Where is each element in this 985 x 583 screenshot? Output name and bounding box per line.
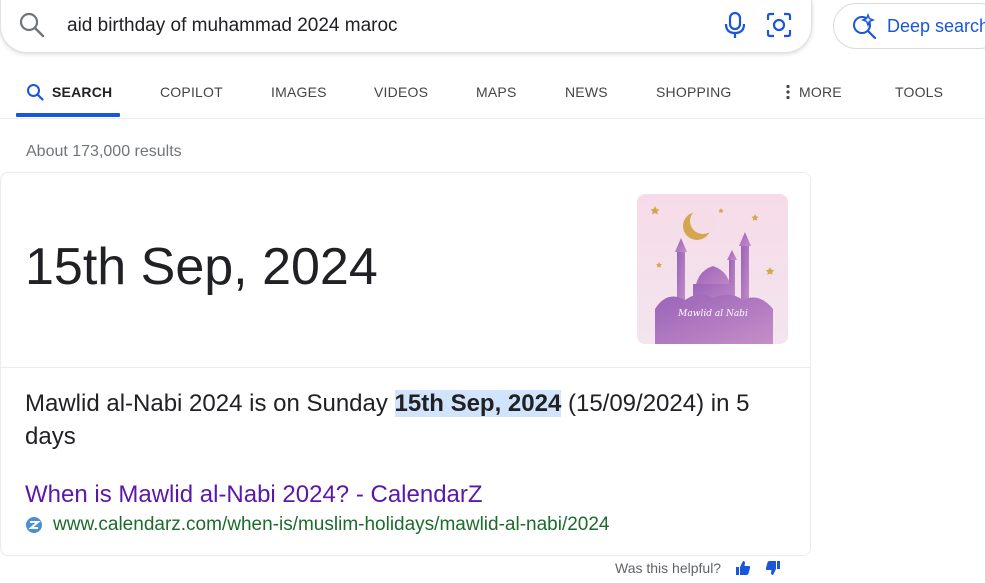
tab-label: SEARCH [52,84,113,100]
answer-card: 15th Sep, 2024 Mawlid al Nabi Mawlid al-… [0,172,811,556]
answer-snippet: Mawlid al-Nabi 2024 is on Sunday 15th Se… [25,387,795,453]
feedback-row: Was this helpful? [615,560,781,576]
deep-search-label: Deep search [887,15,985,36]
tab-label: TOOLS [895,84,944,100]
search-bar [0,0,812,53]
source-url-row[interactable]: www.calendarz.com/when-is/muslim-holiday… [25,514,610,536]
answer-date: 15th Sep, 2024 [25,238,378,296]
tab-copilot[interactable]: COPILOT [160,82,223,102]
results-count: About 173,000 results [26,143,182,160]
snippet-highlight: 15th Sep, 2024 [394,390,562,417]
tab-label: MORE [799,84,842,100]
source-url: www.calendarz.com/when-is/muslim-holiday… [53,514,610,535]
tab-label: IMAGES [271,84,327,100]
mosque-illustration: Mawlid al Nabi [637,194,788,344]
deep-search-icon [853,13,877,39]
tab-tools[interactable]: TOOLS [895,82,943,102]
tab-maps[interactable]: MAPS [476,82,516,102]
tab-label: COPILOT [160,84,223,100]
deep-search-button[interactable]: Deep search [833,3,985,49]
active-tab-indicator [16,113,120,117]
snippet-text: Mawlid al-Nabi 2024 is on Sunday [25,390,395,417]
tab-label: MAPS [476,84,517,100]
search-icon [27,84,44,101]
tab-label: SHOPPING [656,84,732,100]
thumbs-down-icon[interactable] [765,560,781,576]
visual-search-icon[interactable] [765,11,793,39]
thumbs-up-icon[interactable] [735,560,751,576]
thumbnail-caption: Mawlid al Nabi [677,309,748,319]
tab-label: VIDEOS [374,84,429,100]
mawlid-thumbnail[interactable]: Mawlid al Nabi [637,194,788,344]
tab-images[interactable]: IMAGES [271,82,327,102]
microphone-icon[interactable] [722,11,748,39]
calendarz-favicon-icon [26,517,42,533]
tab-more[interactable]: MORE [785,82,842,102]
search-input[interactable] [67,13,687,39]
source-link-title[interactable]: When is Mawlid al-Nabi 2024? - CalendarZ [25,481,483,509]
tab-search[interactable]: SEARCH [26,82,112,102]
tab-videos[interactable]: VIDEOS [374,82,428,102]
tab-news[interactable]: NEWS [565,82,608,102]
search-icon[interactable] [18,11,46,39]
tab-label: NEWS [565,84,608,100]
tab-shopping[interactable]: SHOPPING [656,82,732,102]
more-vertical-icon [786,84,790,100]
scope-tabs: SEARCH COPILOT IMAGES VIDEOS MAPS NEWS S… [0,70,985,119]
card-divider [1,367,811,368]
feedback-label: Was this helpful? [615,560,722,576]
